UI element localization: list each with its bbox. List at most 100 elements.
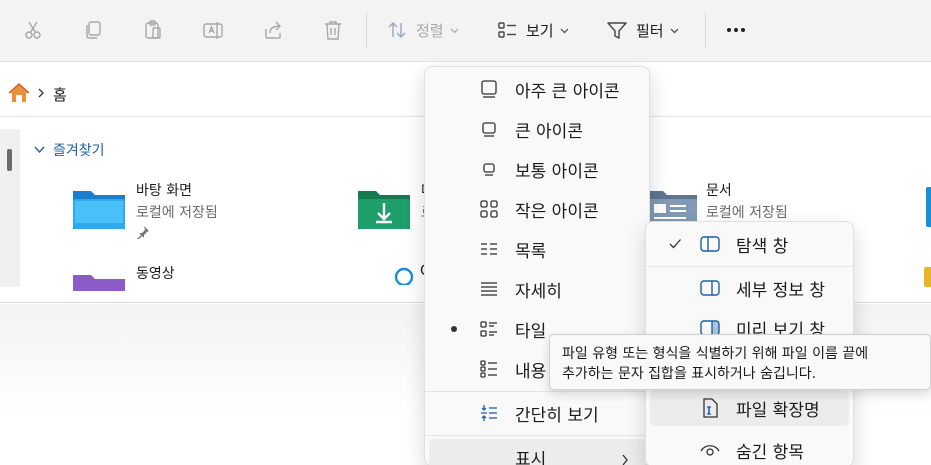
desktop-folder-icon <box>72 187 126 235</box>
favorite-item-videos[interactable]: 동영상 <box>72 263 332 293</box>
large-icon <box>479 119 499 139</box>
details-icon <box>479 279 499 299</box>
item-title: 바탕 화면 <box>136 183 192 199</box>
downloads-folder-icon <box>357 187 411 235</box>
scrollbar[interactable] <box>0 129 20 287</box>
videos-folder-icon <box>72 271 126 295</box>
favorites-label: 즐겨찾기 <box>53 143 105 159</box>
trash-icon <box>322 19 344 41</box>
cut-button[interactable] <box>20 14 46 46</box>
chevron-right-icon[interactable] <box>37 87 45 101</box>
submenu-item-details-pane[interactable]: 세부 정보 창 <box>650 270 849 306</box>
list-icon <box>479 239 499 259</box>
navigation-pane-icon <box>700 234 720 254</box>
submenu-item-navigation-pane[interactable]: 탐색 창 <box>650 226 849 262</box>
scrollbar-thumb[interactable] <box>7 149 12 171</box>
menu-item-label: 파일 확장명 <box>736 400 820 421</box>
favorite-item-partial[interactable] <box>926 187 931 227</box>
share-button[interactable] <box>260 14 286 46</box>
menu-item-label: 간단히 보기 <box>515 405 599 426</box>
eye-icon <box>700 440 720 460</box>
tooltip-line: 추가하는 문자 집합을 표시하거나 숨깁니다. <box>562 366 817 382</box>
menu-item-details[interactable]: 자세히 <box>429 271 645 307</box>
copy-button[interactable] <box>80 14 106 46</box>
submenu-item-hidden-items[interactable]: 숨긴 항목 <box>650 432 849 465</box>
menu-item-label: 표시 <box>515 450 547 465</box>
checkmark-icon <box>668 236 682 255</box>
menu-item-label: 아주 큰 아이콘 <box>515 81 620 102</box>
chevron-down-icon <box>34 146 45 154</box>
small-icons-icon <box>479 199 499 219</box>
menu-item-label: 탐색 창 <box>736 236 789 257</box>
folder-icon <box>926 187 931 227</box>
more-icon <box>725 19 747 41</box>
rename-button[interactable] <box>200 14 226 46</box>
tiles-icon <box>479 319 499 339</box>
chevron-down-icon <box>450 26 459 35</box>
view-label: 보기 <box>526 21 554 40</box>
toolbar-separator <box>705 12 706 48</box>
item-title: 동영상 <box>136 266 175 282</box>
delete-button[interactable] <box>320 14 346 46</box>
sort-label: 정렬 <box>416 21 444 40</box>
menu-item-small-icons[interactable]: 작은 아이콘 <box>429 191 645 227</box>
menu-item-label: 타일 <box>515 321 547 342</box>
favorite-item-desktop[interactable]: 바탕 화면 로컬에 저장됨 <box>72 182 332 240</box>
menu-item-list[interactable]: 목록 <box>429 231 645 267</box>
menu-separator <box>425 391 649 392</box>
view-icon <box>496 19 518 41</box>
tooltip-line: 파일 유형 또는 형식을 식별하기 위해 파일 이름 끝에 <box>562 346 869 362</box>
copy-icon <box>82 19 104 41</box>
favorite-item-partial-2[interactable] <box>924 267 931 287</box>
menu-item-show[interactable]: 표시 <box>429 439 645 465</box>
file-extension-icon <box>700 398 720 418</box>
pin-icon <box>136 224 150 243</box>
filter-button[interactable]: 필터 <box>606 14 679 46</box>
item-title: 문서 <box>706 183 732 199</box>
content-icon <box>479 359 499 379</box>
item-subtitle: 로컬에 저장됨 <box>706 205 788 221</box>
sort-icon <box>386 19 408 41</box>
menu-item-label: 자세히 <box>515 281 562 302</box>
view-button[interactable]: 보기 <box>496 14 569 46</box>
medium-icon <box>479 159 499 179</box>
toolbar-separator <box>366 12 367 48</box>
details-pane-icon <box>700 278 720 298</box>
more-button[interactable] <box>722 14 750 46</box>
breadcrumb-home[interactable]: 홈 <box>53 84 67 105</box>
sort-button[interactable]: 정렬 <box>386 14 459 46</box>
folder-icon <box>924 267 931 287</box>
paste-icon <box>142 19 164 41</box>
selected-bullet-icon <box>451 326 457 332</box>
compact-view-icon <box>479 403 499 423</box>
view-menu: 아주 큰 아이콘 큰 아이콘 보통 아이콘 작은 아이콘 목록 자세히 타일 내… <box>424 66 650 465</box>
chevron-right-icon <box>621 451 629 465</box>
menu-item-large-icons[interactable]: 큰 아이콘 <box>429 111 645 147</box>
file-extensions-tooltip: 파일 유형 또는 형식을 식별하기 위해 파일 이름 끝에 추가하는 문자 집합… <box>549 334 931 390</box>
menu-separator <box>425 435 649 436</box>
chevron-down-icon <box>560 26 569 35</box>
command-bar: 정렬 보기 필터 <box>0 0 931 62</box>
menu-item-label: 내용 <box>515 361 547 382</box>
menu-item-label: 숨긴 항목 <box>736 442 804 463</box>
cut-icon <box>22 19 44 41</box>
menu-item-label: 세부 정보 창 <box>736 280 826 301</box>
menu-item-extra-large-icons[interactable]: 아주 큰 아이콘 <box>429 71 645 107</box>
paste-button[interactable] <box>140 14 166 46</box>
menu-item-medium-icons[interactable]: 보통 아이콘 <box>429 151 645 187</box>
extra-large-icon <box>479 79 499 99</box>
menu-separator <box>646 266 853 267</box>
filter-icon <box>606 19 628 41</box>
menu-item-label: 작은 아이콘 <box>515 201 599 222</box>
menu-item-compact-view[interactable]: 간단히 보기 <box>429 395 645 431</box>
submenu-item-file-extensions[interactable]: 파일 확장명 <box>650 390 849 426</box>
filter-label: 필터 <box>636 21 664 40</box>
menu-item-label: 보통 아이콘 <box>515 161 599 182</box>
circle-icon <box>394 265 414 289</box>
share-icon <box>262 19 284 41</box>
menu-item-label: 목록 <box>515 241 547 262</box>
rename-icon <box>202 19 224 41</box>
home-icon[interactable] <box>8 82 30 103</box>
menu-item-label: 큰 아이콘 <box>515 121 583 142</box>
favorites-header[interactable]: 즐겨찾기 <box>34 140 105 160</box>
